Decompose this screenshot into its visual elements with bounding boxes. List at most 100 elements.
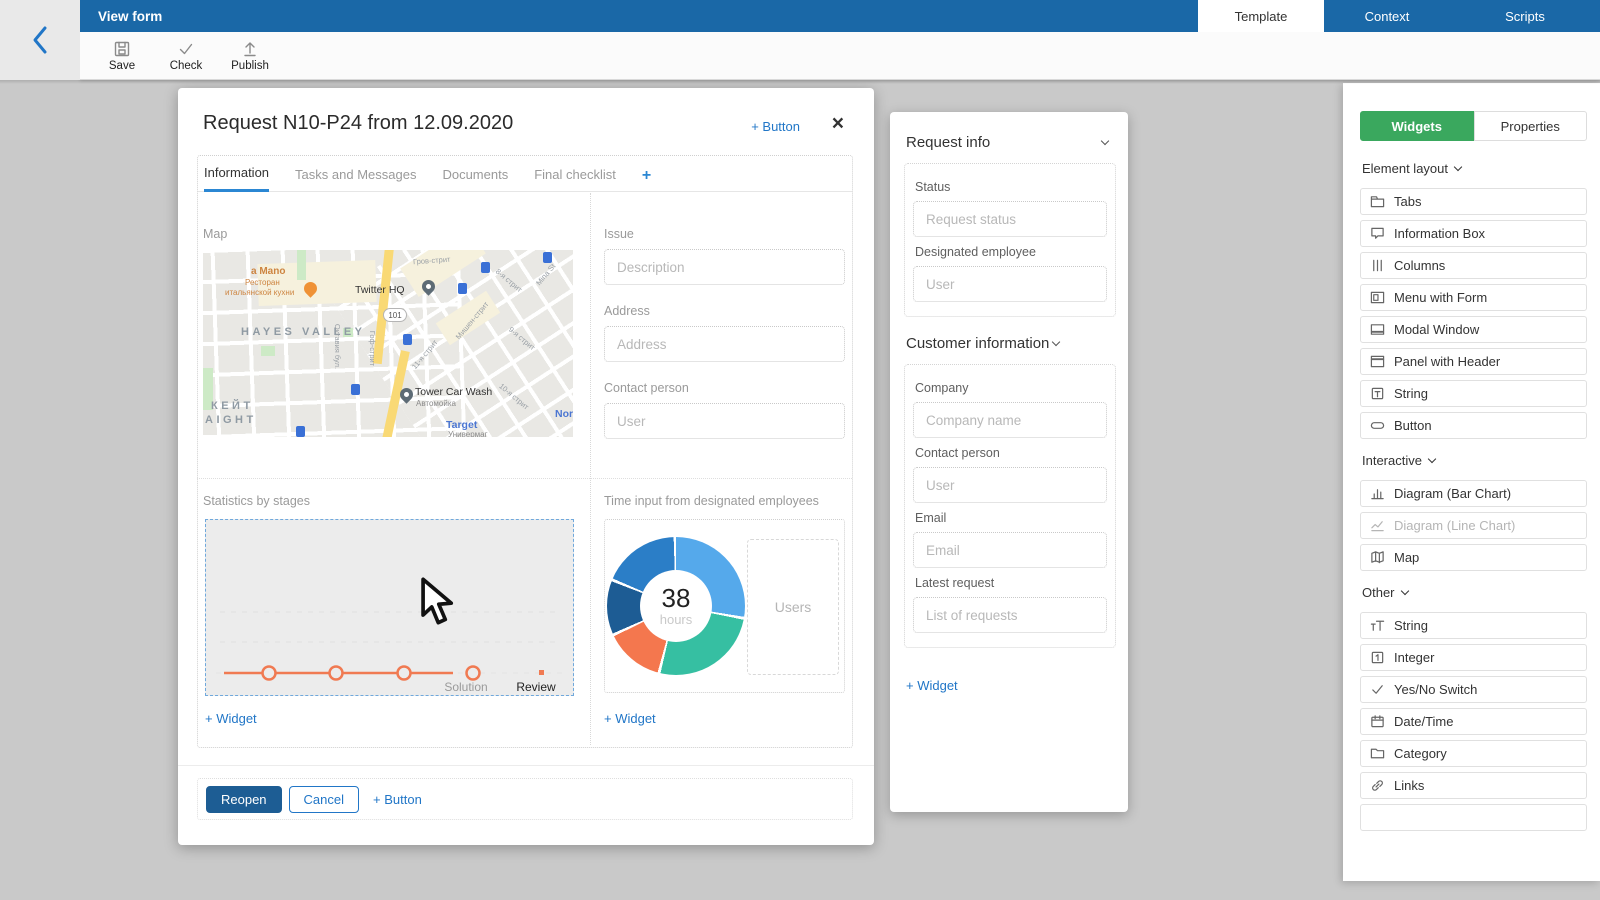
widget-item-datetime[interactable]: Date/Time (1360, 708, 1587, 735)
topbar-tabs: Template Context Scripts (1198, 0, 1600, 32)
check-icon (177, 40, 195, 58)
widget-item-label: String (1394, 618, 1428, 633)
designated-employee-label: Designated employee (915, 245, 1107, 259)
widget-item-information-box[interactable]: Information Box (1360, 220, 1587, 247)
map-label-target-sub: Универмаг (448, 430, 488, 437)
map-widget[interactable]: 101 Twitter HQ HAYES VALLEY a Mano Ресто… (203, 250, 573, 437)
button-icon (1370, 418, 1385, 433)
company-input[interactable] (913, 402, 1107, 438)
element-layout-header[interactable]: Element layout (1362, 161, 1600, 176)
widget-item-columns[interactable]: Columns (1360, 252, 1587, 279)
chevron-down-icon (1400, 586, 1408, 594)
panel-with-header-icon (1370, 354, 1385, 369)
check-button[interactable]: Check (164, 40, 208, 72)
map-route-shield: 101 (383, 308, 407, 322)
save-button[interactable]: Save (100, 40, 144, 72)
back-icon[interactable] (30, 25, 50, 55)
widget-item-string-layout[interactable]: String (1360, 380, 1587, 407)
tab-properties[interactable]: Properties (1474, 111, 1588, 141)
contact-person-input[interactable] (604, 403, 845, 439)
tab-context[interactable]: Context (1324, 0, 1450, 32)
widget-item-map[interactable]: Map (1360, 544, 1587, 571)
modal-window-icon (1370, 322, 1385, 337)
latest-request-input[interactable] (913, 597, 1107, 633)
form-preview-modal: Request N10-P24 from 12.09.2020 + Button… (178, 88, 874, 845)
add-tab-icon[interactable]: + (642, 167, 651, 191)
time-donut-widget[interactable]: 38 hours Users (604, 519, 845, 693)
save-label: Save (109, 60, 135, 72)
form-tab-tasks-messages[interactable]: Tasks and Messages (295, 167, 416, 191)
widget-item-panel-with-header[interactable]: Panel with Header (1360, 348, 1587, 375)
link-icon (1370, 778, 1385, 793)
map-park (297, 250, 306, 280)
add-widget-link-left[interactable]: + Widget (205, 711, 257, 726)
widget-item-empty[interactable] (1360, 804, 1587, 831)
widget-item-yesno-switch[interactable]: Yes/No Switch (1360, 676, 1587, 703)
string-box-icon (1370, 386, 1385, 401)
stats-line-chart[interactable]: Solution Review (205, 519, 574, 696)
form-tab-information[interactable]: Information (204, 165, 269, 192)
footer-add-button[interactable]: + Button (373, 792, 422, 807)
add-widget-link-right[interactable]: + Widget (604, 711, 656, 726)
interactive-header[interactable]: Interactive (1362, 453, 1600, 468)
widget-item-string-other[interactable]: String (1360, 612, 1587, 639)
map-label-amano-sub1: Ресторан (245, 278, 280, 287)
contact-person2-input[interactable] (913, 467, 1107, 503)
publish-button[interactable]: Publish (228, 40, 272, 72)
users-label: Users (775, 599, 812, 615)
email-input[interactable] (913, 532, 1107, 568)
users-placeholder-box[interactable]: Users (747, 539, 839, 675)
widget-item-menu-with-form[interactable]: Menu with Form (1360, 284, 1587, 311)
widget-item-button[interactable]: Button (1360, 412, 1587, 439)
widget-item-integer[interactable]: Integer (1360, 644, 1587, 671)
line-chart-canvas (206, 520, 573, 695)
designated-employee-input[interactable] (913, 266, 1107, 302)
cancel-button[interactable]: Cancel (289, 786, 359, 813)
save-icon (113, 40, 131, 58)
time-widget-label: Time input from designated employees (604, 494, 854, 508)
tab-scripts[interactable]: Scripts (1450, 0, 1600, 32)
widget-item-label: Yes/No Switch (1394, 682, 1477, 697)
address-input[interactable] (604, 326, 845, 362)
widget-item-diagram-line-chart: Diagram (Line Chart) (1360, 512, 1587, 539)
request-info-header[interactable]: Request info (906, 134, 1116, 151)
widget-item-label: Diagram (Bar Chart) (1394, 486, 1511, 501)
tabs-icon (1370, 194, 1385, 209)
modal-add-button[interactable]: + Button (751, 119, 800, 134)
widget-item-diagram-bar-chart[interactable]: Diagram (Bar Chart) (1360, 480, 1587, 507)
issue-input[interactable] (604, 249, 845, 285)
map-label-corner1: КЕЙТ (211, 400, 254, 412)
map-transit-icon (481, 262, 490, 273)
widget-item-links[interactable]: Links (1360, 772, 1587, 799)
donut-unit: hours (660, 612, 693, 627)
other-header[interactable]: Other (1362, 585, 1600, 600)
form-tab-documents[interactable]: Documents (442, 167, 508, 191)
customer-info-header[interactable]: Customer information (906, 335, 1116, 352)
other-title: Other (1362, 585, 1395, 600)
stage-label-review: Review (501, 680, 571, 694)
donut-center: 38 hours (640, 570, 712, 642)
widget-item-label: Integer (1394, 650, 1434, 665)
widget-item-tabs[interactable]: Tabs (1360, 188, 1587, 215)
toolbar-shadow (0, 80, 1600, 84)
widget-item-label: Tabs (1394, 194, 1421, 209)
contact-person2-label: Contact person (915, 446, 1107, 460)
toolbar: Save Check Publish (80, 32, 1600, 80)
widget-item-modal-window[interactable]: Modal Window (1360, 316, 1587, 343)
reopen-button[interactable]: Reopen (206, 786, 282, 813)
folder-icon (1370, 746, 1385, 761)
mouse-cursor (413, 575, 457, 627)
status-label: Status (915, 180, 1107, 194)
form-tab-final-checklist[interactable]: Final checklist (534, 167, 616, 191)
tab-template[interactable]: Template (1198, 0, 1324, 32)
panel-add-widget-link[interactable]: + Widget (906, 678, 958, 693)
topbar: View form Template Context Scripts (80, 0, 1600, 32)
column-divider (590, 193, 591, 745)
status-input[interactable] (913, 201, 1107, 237)
row-divider (197, 478, 852, 479)
close-icon[interactable]: × (832, 113, 844, 134)
tab-widgets[interactable]: Widgets (1360, 111, 1474, 141)
map-label-twitter-hq: Twitter HQ (355, 284, 405, 296)
address-field-group: Address (604, 304, 845, 362)
widget-item-category[interactable]: Category (1360, 740, 1587, 767)
